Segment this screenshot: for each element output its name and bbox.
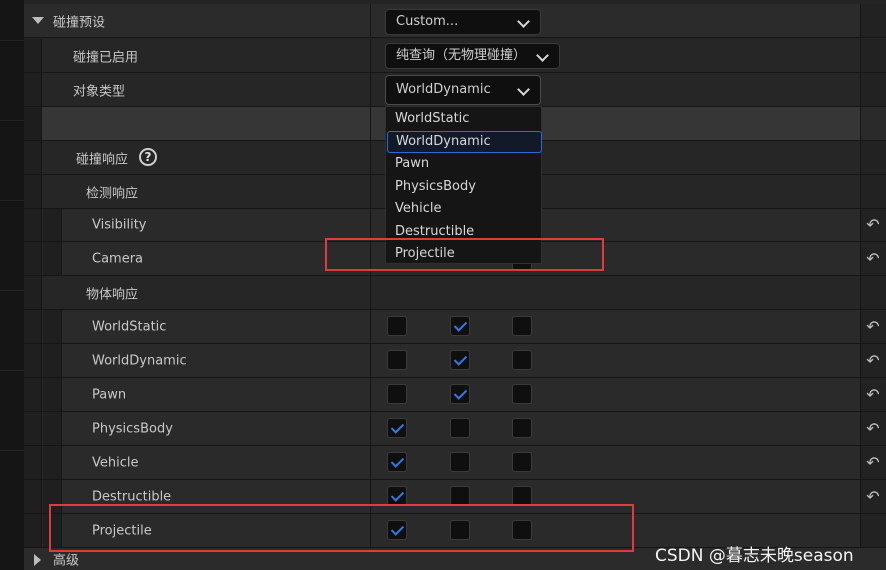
pawn-block-checkbox[interactable] [512,384,532,404]
help-icon[interactable]: ? [139,148,157,166]
reset-arrow-icon[interactable]: ↶ [864,353,882,369]
collision-presets-combo[interactable]: Custom... [385,9,541,35]
reset-arrow-icon[interactable]: ↶ [864,251,882,267]
object-type-label: 对象类型 [73,84,126,99]
dropdown-option-vehicle[interactable]: Vehicle [386,198,541,220]
object-row-label: Pawn [92,387,127,402]
pawn-overlap-checkbox[interactable] [450,384,470,404]
collapse-triangle-icon[interactable] [32,17,44,24]
vehicle-block-checkbox[interactable] [512,452,532,472]
vehicle-overlap-checkbox[interactable] [450,452,470,472]
worldstatic-overlap-checkbox[interactable] [450,316,470,336]
worldstatic-block-checkbox[interactable] [512,316,532,336]
reset-arrow-icon[interactable]: ↶ [864,217,882,233]
reset-arrow-icon[interactable]: ↶ [864,455,882,471]
chevron-down-icon [517,83,530,96]
physicsbody-overlap-checkbox[interactable] [450,418,470,438]
pawn-ignore-checkbox[interactable] [387,384,407,404]
chevron-down-icon [536,49,549,62]
trace-responses-label: 检测响应 [86,186,139,201]
physicsbody-ignore-checkbox[interactable] [387,418,407,438]
watermark: CSDN @暮志未晚season [655,546,854,566]
destructible-overlap-checkbox[interactable] [450,486,470,506]
dropdown-option-worlddynamic[interactable]: WorldDynamic [387,130,542,153]
object-type-value: WorldDynamic [396,82,491,97]
vehicle-ignore-checkbox[interactable] [387,452,407,472]
highlight-box-dropdown-projectile [325,238,604,271]
left-gutter [0,0,24,570]
collision-responses-label: 碰撞响应 [76,152,129,167]
expand-triangle-icon[interactable] [34,554,41,566]
collision-enabled-value: 纯查询（无物理碰撞） [396,48,527,63]
highlight-box-projectile-row [49,504,634,552]
collision-presets-label: 碰撞预设 [53,15,106,30]
object-row-label: Destructible [92,489,172,504]
collision-enabled-label: 碰撞已启用 [73,50,139,65]
worlddynamic-ignore-checkbox[interactable] [387,350,407,370]
destructible-ignore-checkbox[interactable] [387,486,407,506]
object-row-label: PhysicsBody [92,421,173,436]
object-type-combo[interactable]: WorldDynamic [385,75,541,105]
object-row-label: WorldDynamic [92,353,187,368]
destructible-block-checkbox[interactable] [512,486,532,506]
reset-arrow-icon[interactable]: ↶ [864,387,882,403]
physicsbody-block-checkbox[interactable] [512,418,532,438]
dropdown-option-physicsbody[interactable]: PhysicsBody [386,176,541,198]
dropdown-option-pawn[interactable]: Pawn [386,153,541,175]
reset-arrow-icon[interactable]: ↶ [864,489,882,505]
worlddynamic-block-checkbox[interactable] [512,350,532,370]
collision-presets-value: Custom... [396,14,459,29]
worldstatic-ignore-checkbox[interactable] [387,316,407,336]
trace-row-label: Visibility [92,217,147,233]
object-responses-row: 物体响应 [24,276,886,310]
trace-row-label: Camera [92,251,144,266]
reset-arrow-icon[interactable]: ↶ [864,421,882,437]
collision-enabled-combo[interactable]: 纯查询（无物理碰撞） [385,43,560,69]
dropdown-option-worldstatic[interactable]: WorldStatic [386,108,541,130]
object-row-label: Vehicle [92,455,139,470]
chevron-down-icon [517,15,530,28]
reset-arrow-icon[interactable]: ↶ [864,319,882,335]
advanced-label: 高级 [53,553,80,569]
object-responses-label: 物体响应 [86,287,139,302]
worlddynamic-overlap-checkbox[interactable] [450,350,470,370]
object-row-label: WorldStatic [92,319,167,334]
